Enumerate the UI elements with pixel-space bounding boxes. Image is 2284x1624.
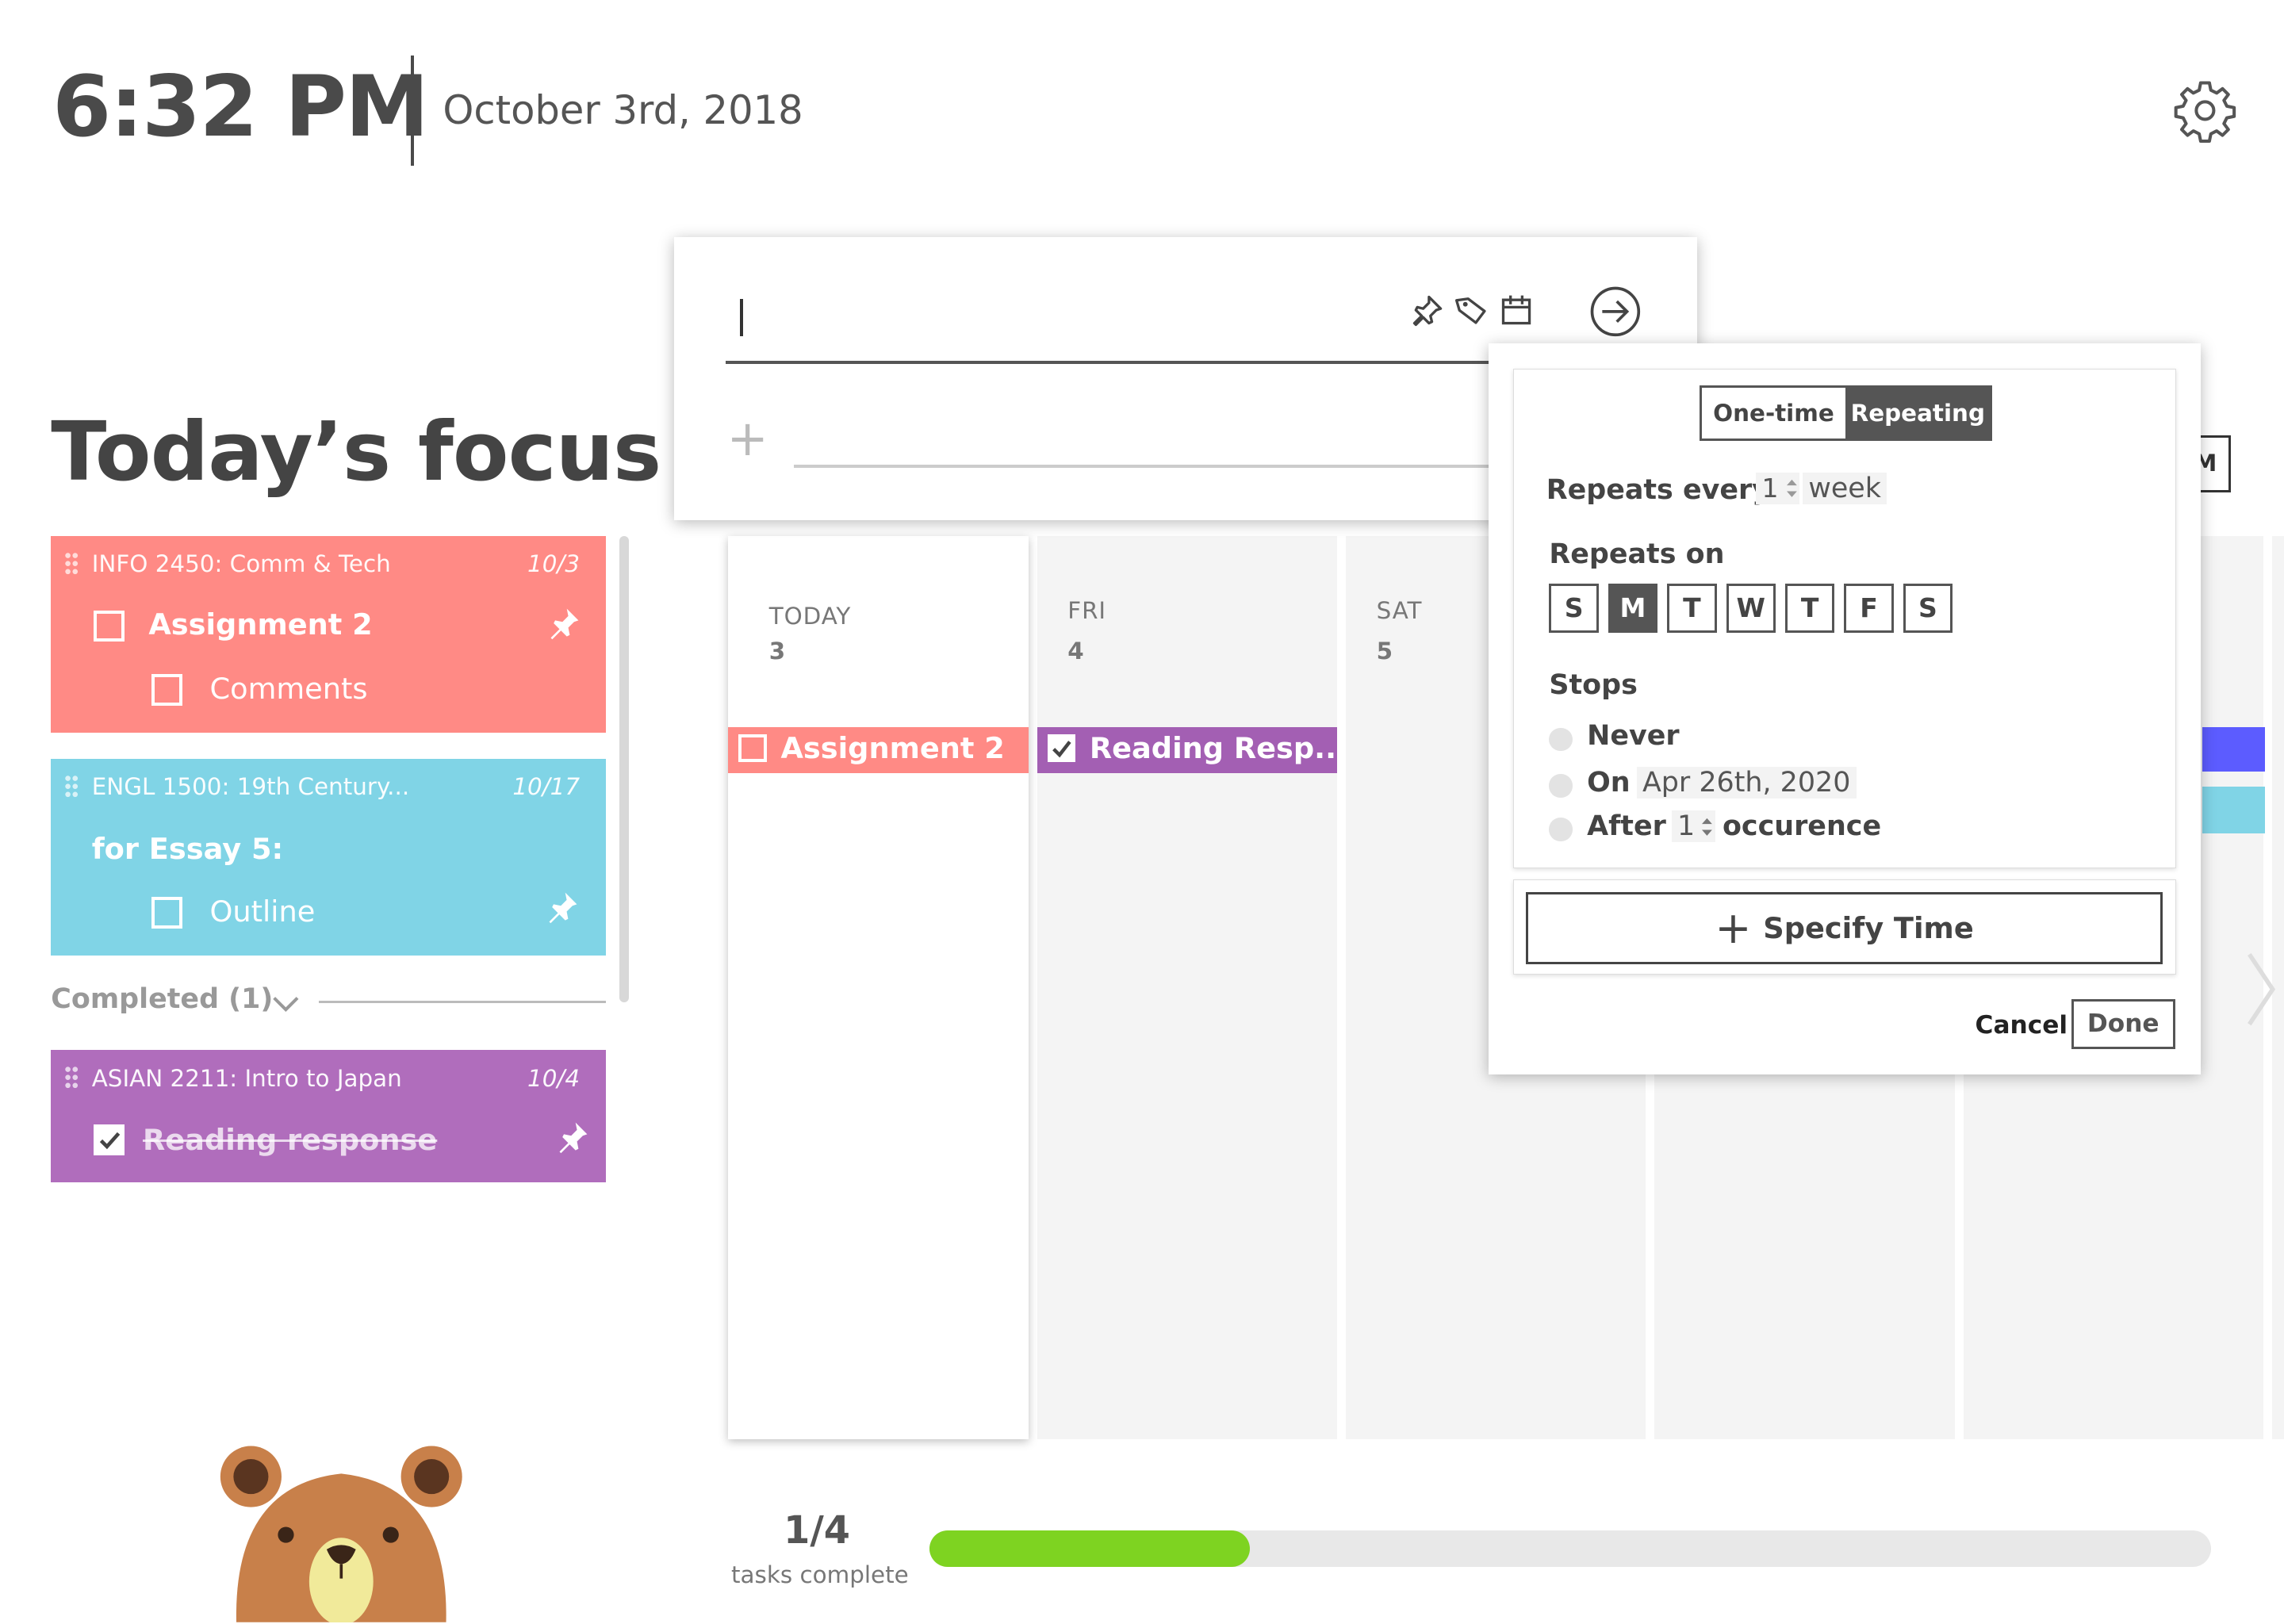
column-date-number: 3	[768, 638, 786, 665]
specify-time-button[interactable]: + Specify Time	[1526, 892, 2163, 964]
card-due-date: 10/17	[512, 773, 581, 801]
day-toggle-saturday[interactable]: S	[1903, 583, 1953, 634]
task-input-underline[interactable]	[725, 361, 1542, 365]
done-button[interactable]: Done	[2071, 998, 2175, 1049]
event-label: Assignment 2	[780, 731, 1005, 765]
repeating-option[interactable]: Repeating	[1845, 387, 1991, 439]
calendar-column-today[interactable]: TODAY 3	[728, 535, 1029, 1439]
gear-icon[interactable]	[2173, 79, 2237, 143]
subtask-checkbox[interactable]	[151, 897, 183, 929]
specify-time-panel: + Specify Time	[1513, 879, 2177, 975]
subtask-label: Outline	[209, 894, 316, 929]
task-checkbox-checked[interactable]	[93, 1124, 125, 1156]
stop-on-radio[interactable]	[1549, 774, 1573, 798]
progress-fill	[929, 1530, 1250, 1568]
stepper-arrows-icon[interactable]	[1786, 478, 1797, 499]
stepper-arrows-icon[interactable]	[1702, 817, 1713, 837]
repeat-options-panel: One-time Repeating Repeats every 1 week …	[1513, 368, 2177, 868]
bear-mascot	[220, 1446, 462, 1623]
day-toggle-thursday[interactable]: T	[1784, 583, 1835, 634]
one-time-option[interactable]: One-time	[1701, 387, 1846, 439]
pin-icon[interactable]	[545, 890, 580, 925]
progress-label: tasks complete	[731, 1561, 909, 1588]
task-label: for Essay 5:	[91, 831, 284, 866]
calendar-event[interactable]: Assignment 2	[728, 726, 1029, 774]
mode-segmented-control: One-time Repeating	[1699, 385, 1993, 442]
stops-label: Stops	[1549, 669, 1638, 702]
day-toggle-tuesday[interactable]: T	[1667, 583, 1717, 634]
text-cursor[interactable]	[740, 298, 743, 337]
calendar-column-fri[interactable]: FRI 4	[1037, 535, 1338, 1439]
column-date-number: 4	[1067, 638, 1084, 665]
stop-after-unit: occurence	[1722, 810, 1882, 843]
cancel-button[interactable]: Cancel	[1976, 1011, 2068, 1040]
submit-arrow-icon[interactable]	[1588, 284, 1643, 339]
interval-stepper[interactable]: 1	[1756, 473, 1800, 505]
card-due-date: 10/4	[527, 1064, 581, 1092]
current-time: 6:32 PM	[52, 58, 429, 157]
day-toggle-sunday[interactable]: S	[1549, 583, 1599, 634]
calendar-event[interactable]: Reading Resp...	[1037, 726, 1338, 774]
current-date: October 3rd, 2018	[443, 87, 803, 134]
header-divider	[410, 55, 414, 167]
specify-time-label: Specify Time	[1763, 910, 1974, 945]
day-toggle-monday[interactable]: M	[1608, 583, 1658, 634]
task-card[interactable]: ENGL 1500: 19th Century... 10/17 for Ess…	[51, 758, 607, 956]
weekday-selector: S M T W T F S	[1549, 583, 1962, 634]
calendar-event-stub[interactable]	[2202, 726, 2266, 772]
drag-handle-icon[interactable]	[64, 552, 79, 575]
event-label: Reading Resp...	[1089, 731, 1338, 765]
event-checkbox-checked[interactable]	[1047, 733, 1076, 763]
subtask-checkbox[interactable]	[151, 674, 183, 706]
focus-title: Today’s focus	[51, 404, 661, 500]
stop-after-radio[interactable]	[1549, 818, 1573, 841]
column-date-number: 5	[1376, 638, 1393, 665]
interval-unit[interactable]: week	[1802, 473, 1887, 505]
card-course: INFO 2450: Comm & Tech	[91, 550, 391, 578]
stop-never-radio[interactable]	[1549, 727, 1573, 751]
task-card[interactable]: INFO 2450: Comm & Tech 10/3 Assignment 2…	[51, 535, 607, 733]
plus-icon: +	[1715, 902, 1752, 953]
subtask-input-underline[interactable]	[794, 464, 1552, 468]
stop-after-label: After	[1587, 810, 1666, 843]
repeats-every-label: Repeats every	[1546, 473, 1770, 506]
column-day-label: TODAY	[768, 603, 852, 630]
checkmark-icon	[99, 1132, 120, 1150]
pin-icon[interactable]	[555, 1120, 590, 1155]
repeat-settings-popup: One-time Repeating Repeats every 1 week …	[1489, 343, 2202, 1075]
calendar-icon[interactable]	[1499, 293, 1534, 327]
task-label: Reading response	[142, 1123, 438, 1158]
card-course: ASIAN 2211: Intro to Japan	[91, 1064, 402, 1092]
day-toggle-wednesday[interactable]: W	[1726, 583, 1776, 634]
add-subtask-icon[interactable]: +	[727, 409, 768, 467]
tag-icon[interactable]	[1454, 293, 1489, 327]
event-checkbox[interactable]	[738, 733, 767, 763]
stop-after-count-stepper[interactable]: 1	[1671, 810, 1715, 843]
card-course: ENGL 1500: 19th Century...	[91, 773, 410, 801]
day-toggle-friday[interactable]: F	[1844, 583, 1894, 634]
calendar-event-stub[interactable]	[2202, 786, 2266, 833]
drag-handle-icon[interactable]	[64, 775, 79, 798]
column-day-label: FRI	[1067, 597, 1107, 625]
stop-on-date-field[interactable]: Apr 26th, 2020	[1636, 767, 1857, 799]
stop-never-label: Never	[1587, 720, 1680, 753]
column-day-label: SAT	[1376, 597, 1423, 625]
checkmark-icon	[1052, 740, 1071, 758]
repeats-on-label: Repeats on	[1549, 538, 1725, 570]
subtask-label: Comments	[209, 671, 368, 706]
pin-icon[interactable]	[546, 606, 581, 641]
completed-divider	[319, 1000, 607, 1004]
focus-scrollbar[interactable]	[619, 535, 630, 1002]
completed-toggle[interactable]: Completed (1)	[51, 983, 273, 1015]
chevron-down-icon[interactable]	[271, 994, 301, 1014]
task-label: Assignment 2	[148, 607, 373, 642]
task-checkbox[interactable]	[93, 610, 125, 642]
card-due-date: 10/3	[527, 550, 581, 578]
progress-fraction: 1/4	[784, 1508, 851, 1553]
stop-on-label: On	[1587, 767, 1631, 799]
pin-icon[interactable]	[1410, 293, 1445, 327]
completed-task-card[interactable]: ASIAN 2211: Intro to Japan 10/4 Reading …	[51, 1050, 607, 1183]
drag-handle-icon[interactable]	[64, 1066, 79, 1089]
chevron-right-icon[interactable]	[2244, 950, 2278, 1028]
